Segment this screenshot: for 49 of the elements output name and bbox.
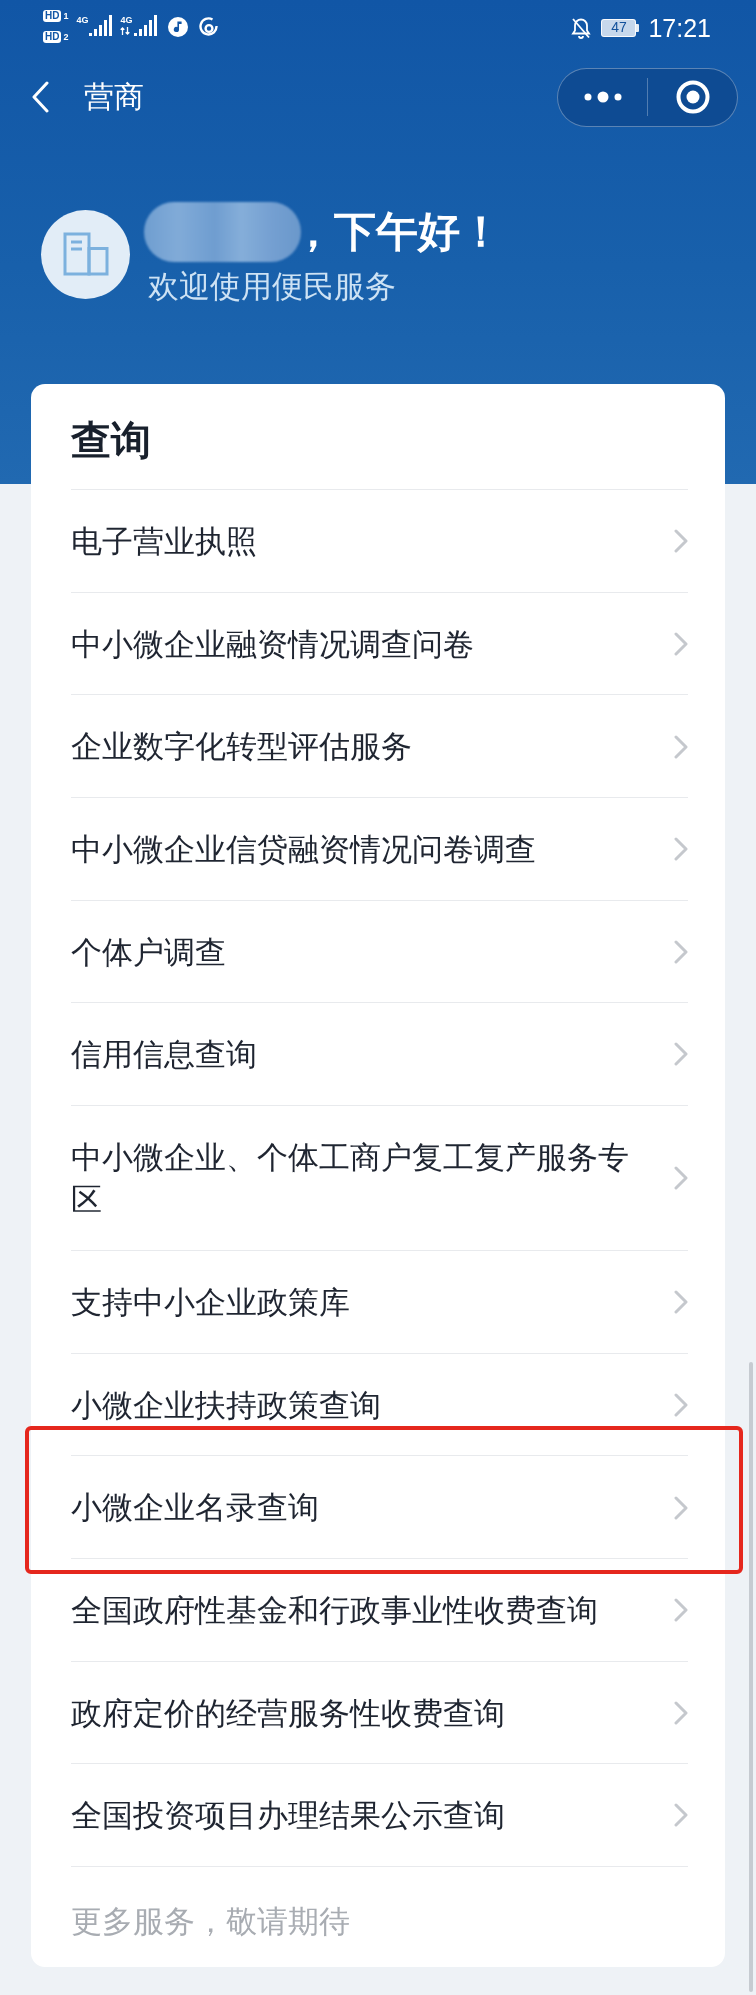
menu-item[interactable]: 个体户调查	[71, 900, 688, 1004]
chevron-right-icon	[674, 939, 688, 964]
chevron-right-icon	[674, 631, 688, 656]
chevron-right-icon	[674, 734, 688, 759]
signal-icon	[133, 15, 157, 36]
bell-off-icon	[571, 16, 592, 39]
music-note-icon	[167, 17, 188, 37]
menu-item[interactable]: 政府定价的经营服务性收费查询	[71, 1661, 688, 1765]
sim-slot-number: 2	[63, 31, 69, 42]
chevron-right-icon	[674, 1598, 688, 1623]
back-icon	[31, 81, 49, 113]
hd-badge: HD	[43, 9, 62, 22]
swirl-icon	[198, 17, 219, 37]
dots-icon	[582, 91, 623, 103]
hd-badge: HD	[43, 30, 62, 43]
menu-item[interactable]: 电子营业执照	[71, 490, 688, 593]
status-time: 17:21	[648, 12, 711, 43]
menu-item[interactable]: 小微企业扶持政策查询	[71, 1353, 688, 1457]
section-title: 查询	[71, 384, 688, 490]
nav-title: 营商	[84, 78, 144, 116]
menu-item[interactable]: 中小微企业、个体工商户复工复产服务专区	[71, 1105, 688, 1251]
battery-indicator: 47	[601, 18, 640, 37]
greeting-text: ，下午好！	[292, 206, 502, 258]
menu-item[interactable]: 全国投资项目办理结果公示查询	[71, 1764, 688, 1867]
chevron-right-icon	[674, 1042, 688, 1067]
menu-item[interactable]: 信用信息查询	[71, 1003, 688, 1106]
signal-icon	[89, 15, 113, 36]
menu-item[interactable]: 中小微企业信贷融资情况问卷调查	[71, 797, 688, 901]
menu-item[interactable]: 支持中小企业政策库	[71, 1251, 688, 1354]
menu-item[interactable]: 全国政府性基金和行政事业性收费查询	[71, 1558, 688, 1662]
chevron-right-icon	[674, 1166, 688, 1191]
chevron-right-icon	[674, 1803, 688, 1828]
sim-slot-number: 1	[63, 10, 69, 21]
menu-item[interactable]: 中小微企业融资情况调查问卷	[71, 592, 688, 696]
chevron-right-icon	[674, 1392, 688, 1417]
target-icon	[675, 80, 710, 114]
chevron-right-icon	[674, 1290, 688, 1315]
footer-note: 更多服务，敬请期待	[71, 1901, 351, 1941]
network-type: 4G	[76, 15, 89, 25]
building-icon	[62, 232, 109, 276]
back-button[interactable]	[31, 81, 49, 113]
chevron-right-icon	[674, 1495, 688, 1520]
menu-item[interactable]: 小微企业名录查询	[71, 1456, 688, 1559]
greeting-subtitle: 欢迎使用便民服务	[148, 267, 397, 306]
chevron-right-icon	[674, 529, 688, 554]
menu-item[interactable]: 企业数字化转型评估服务	[71, 695, 688, 798]
chevron-right-icon	[674, 1700, 688, 1725]
network-type: 4G	[120, 15, 133, 25]
chevron-right-icon	[674, 837, 688, 862]
